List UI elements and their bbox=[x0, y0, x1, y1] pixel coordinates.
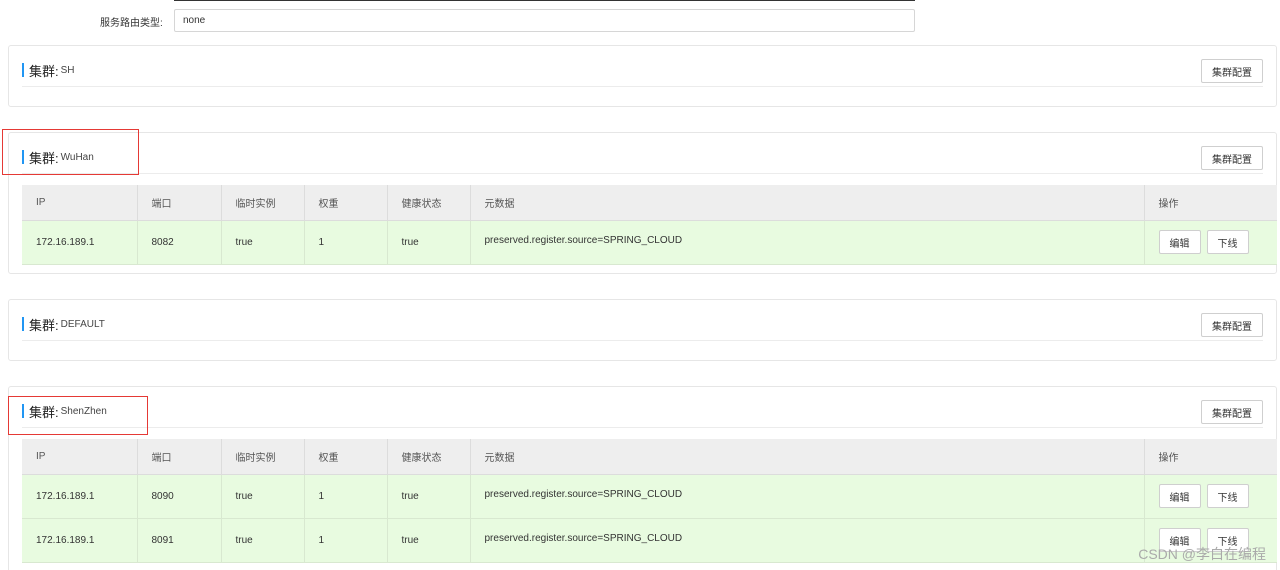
cell-port: 8082 bbox=[137, 220, 222, 265]
cluster-divider bbox=[22, 340, 1263, 341]
cell-ip: 172.16.189.1 bbox=[22, 518, 138, 563]
cluster-panel-wuhan: 集群: WuHan 集群配置 IP 端口 临时实例 权重 健康状态 元数据 操作… bbox=[8, 132, 1277, 274]
col-header-ip: IP bbox=[22, 185, 138, 221]
cell-ip: 172.16.189.1 bbox=[22, 474, 138, 519]
cell-health: true bbox=[387, 220, 471, 265]
accent-bar bbox=[22, 63, 24, 77]
cluster-divider bbox=[22, 173, 1263, 174]
cell-health: true bbox=[387, 518, 471, 563]
edit-button[interactable]: 编辑 bbox=[1158, 230, 1201, 254]
cluster-header: 集群: DEFAULT bbox=[22, 316, 105, 333]
edit-button[interactable]: 编辑 bbox=[1158, 484, 1201, 508]
cell-metadata: preserved.register.source=SPRING_CLOUD bbox=[470, 474, 1145, 519]
col-header-port: 端口 bbox=[137, 185, 222, 221]
cell-ephemeral: true bbox=[221, 518, 305, 563]
col-header-weight: 权重 bbox=[304, 439, 388, 475]
cluster-divider bbox=[22, 86, 1263, 87]
instance-table: IP 端口 临时实例 权重 健康状态 元数据 操作 172.16.189.1 8… bbox=[22, 185, 1277, 265]
table-header-row: IP 端口 临时实例 权重 健康状态 元数据 操作 bbox=[22, 439, 1277, 475]
cell-ephemeral: true bbox=[221, 474, 305, 519]
instance-table: IP 端口 临时实例 权重 健康状态 元数据 操作 172.16.189.1 8… bbox=[22, 439, 1277, 563]
col-header-weight: 权重 bbox=[304, 185, 388, 221]
accent-bar bbox=[22, 317, 24, 331]
cluster-panel-default: 集群: DEFAULT 集群配置 bbox=[8, 299, 1277, 361]
col-header-actions: 操作 bbox=[1144, 439, 1277, 475]
col-header-health: 健康状态 bbox=[387, 439, 471, 475]
top-divider bbox=[174, 0, 915, 1]
cluster-divider bbox=[22, 427, 1263, 428]
cluster-header: 集群: SH bbox=[22, 62, 75, 79]
col-header-port: 端口 bbox=[137, 439, 222, 475]
col-header-metadata: 元数据 bbox=[470, 185, 1145, 221]
cell-ip: 172.16.189.1 bbox=[22, 220, 138, 265]
cell-actions: 编辑 下线 bbox=[1144, 474, 1277, 519]
cell-actions: 编辑 下线 bbox=[1144, 220, 1277, 265]
route-type-input[interactable] bbox=[174, 9, 915, 32]
cluster-name: SH bbox=[60, 64, 75, 76]
cluster-config-button[interactable]: 集群配置 bbox=[1201, 313, 1263, 337]
cluster-config-button[interactable]: 集群配置 bbox=[1201, 59, 1263, 83]
cluster-title: 集群: bbox=[29, 317, 59, 333]
table-row: 172.16.189.1 8082 true 1 true preserved.… bbox=[22, 220, 1277, 265]
col-header-health: 健康状态 bbox=[387, 185, 471, 221]
col-header-actions: 操作 bbox=[1144, 185, 1277, 221]
cluster-name: DEFAULT bbox=[60, 318, 105, 330]
table-row: 172.16.189.1 8090 true 1 true preserved.… bbox=[22, 474, 1277, 519]
cell-port: 8091 bbox=[137, 518, 222, 563]
watermark: CSDN @李白在编程 bbox=[1138, 546, 1266, 562]
route-type-label: 服务路由类型: bbox=[100, 18, 163, 29]
highlight-box-wuhan bbox=[2, 129, 139, 175]
highlight-box-shenzhen bbox=[8, 396, 148, 435]
cell-metadata: preserved.register.source=SPRING_CLOUD bbox=[470, 220, 1145, 265]
col-header-ephemeral: 临时实例 bbox=[221, 439, 305, 475]
cell-weight: 1 bbox=[304, 220, 388, 265]
cell-weight: 1 bbox=[304, 474, 388, 519]
cell-health: true bbox=[387, 474, 471, 519]
cell-metadata: preserved.register.source=SPRING_CLOUD bbox=[470, 518, 1145, 563]
cell-weight: 1 bbox=[304, 518, 388, 563]
cell-port: 8090 bbox=[137, 474, 222, 519]
cluster-config-button[interactable]: 集群配置 bbox=[1201, 146, 1263, 170]
col-header-metadata: 元数据 bbox=[470, 439, 1145, 475]
col-header-ephemeral: 临时实例 bbox=[221, 185, 305, 221]
cell-ephemeral: true bbox=[221, 220, 305, 265]
cluster-panel-shenzhen: 集群: ShenZhen 集群配置 IP 端口 临时实例 权重 健康状态 元数据… bbox=[8, 386, 1277, 570]
table-row: 172.16.189.1 8091 true 1 true preserved.… bbox=[22, 518, 1277, 563]
offline-button[interactable]: 下线 bbox=[1206, 230, 1249, 254]
col-header-ip: IP bbox=[22, 439, 138, 475]
cluster-config-button[interactable]: 集群配置 bbox=[1201, 400, 1263, 424]
offline-button[interactable]: 下线 bbox=[1206, 484, 1249, 508]
table-header-row: IP 端口 临时实例 权重 健康状态 元数据 操作 bbox=[22, 185, 1277, 221]
cluster-panel-sh: 集群: SH 集群配置 bbox=[8, 45, 1277, 107]
cluster-title: 集群: bbox=[29, 63, 59, 79]
